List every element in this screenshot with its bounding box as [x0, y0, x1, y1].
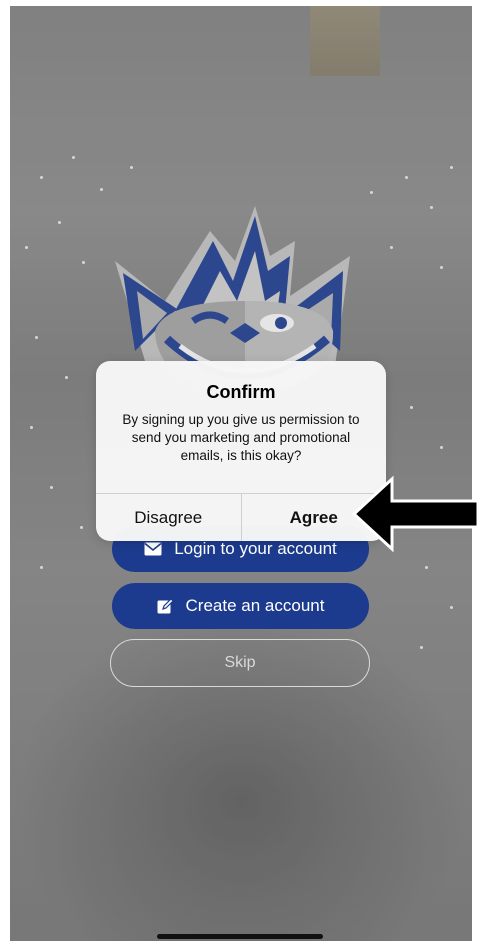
confirm-dialog: Confirm By signing up you give us permis… [96, 361, 386, 541]
dialog-message: By signing up you give us permission to … [122, 412, 360, 463]
envelope-icon [144, 542, 162, 556]
create-account-button-label: Create an account [185, 596, 325, 615]
edit-icon [157, 597, 174, 615]
login-button-label: Login to your account [174, 539, 337, 558]
app-screen: Login to your account Create an account … [10, 6, 472, 941]
skip-button-label: Skip [224, 654, 256, 671]
dialog-actions: Disagree Agree [96, 493, 386, 541]
dialog-title: Confirm [206, 382, 276, 402]
home-indicator [157, 934, 323, 939]
skip-button[interactable]: Skip [110, 639, 370, 687]
create-account-button[interactable]: Create an account [112, 583, 369, 629]
disagree-button[interactable]: Disagree [96, 494, 241, 541]
annotation-arrow-icon [352, 475, 480, 553]
